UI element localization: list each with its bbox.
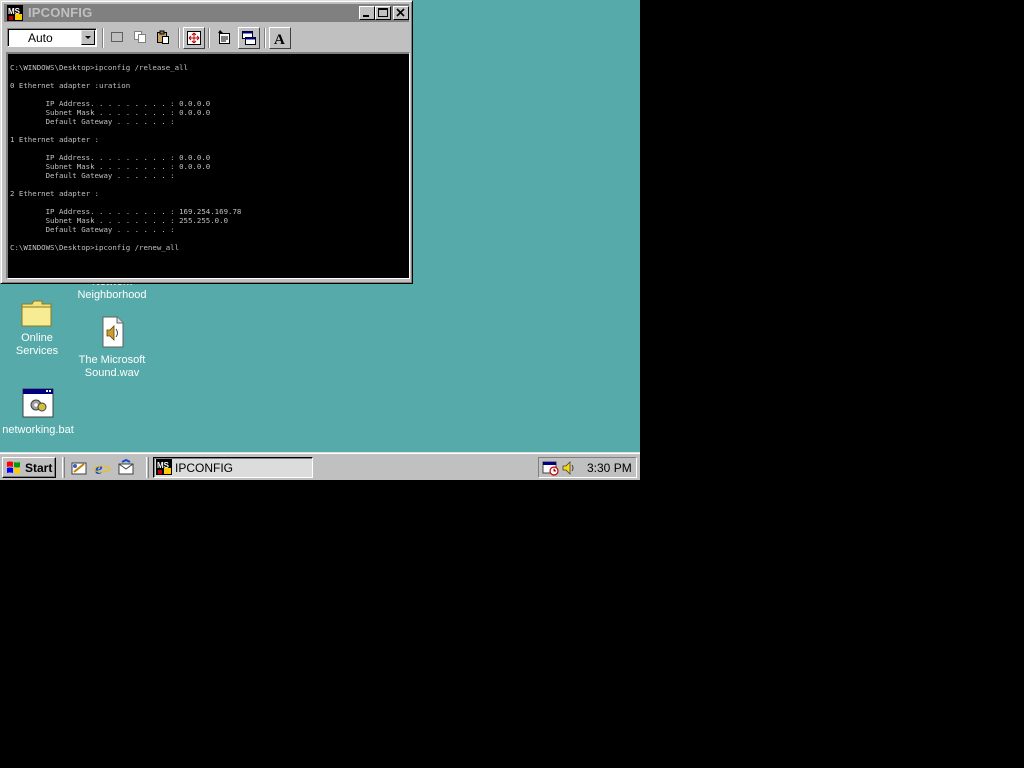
console-line: Subnet Mask . . . . . . . . : 0.0.0.0 — [45, 108, 211, 117]
desktop: Network Neighborhood Online Services The… — [0, 0, 640, 480]
mark-icon — [111, 32, 123, 42]
console-line: IP Address. . . . . . . . . : 169.254.16… — [45, 207, 242, 216]
properties-button[interactable] — [214, 27, 236, 49]
minimize-button[interactable] — [359, 6, 375, 20]
close-button[interactable] — [393, 6, 409, 20]
system-tray: 3:30 PM — [538, 457, 637, 478]
task-area-grip — [146, 457, 149, 478]
console-output[interactable]: C:\WINDOWS\Desktop>ipconfig /release_all… — [6, 52, 410, 279]
toolbar-separator — [208, 28, 210, 48]
toolbar-separator — [178, 28, 180, 48]
taskbar-item-ipconfig[interactable]: MS IPCONFIG — [153, 457, 313, 478]
paste-icon — [157, 30, 169, 44]
desktop-icon-networking-bat[interactable]: networking.bat — [0, 388, 76, 437]
console-line: Default Gateway . . . . . . : — [45, 117, 175, 126]
desktop-icon-online-services[interactable]: Online Services — [6, 298, 68, 358]
desktop-icon-microsoft-sound[interactable]: The Microsoft Sound.wav — [74, 316, 150, 380]
background-button[interactable] — [238, 27, 260, 49]
folder-icon — [21, 300, 52, 327]
console-line: 1 Ethernet adapter : — [10, 135, 99, 144]
microsoft-sound-label: The Microsoft Sound.wav — [78, 354, 146, 379]
console-line: C:\WINDOWS\Desktop>ipconfig /release_all — [10, 63, 188, 72]
font-size-select[interactable]: Auto — [7, 28, 97, 47]
console-line: IP Address. . . . . . . . . : 0.0.0.0 — [45, 153, 211, 162]
start-label: Start — [25, 461, 53, 475]
dropdown-arrow-button[interactable] — [81, 30, 95, 45]
fullscreen-icon — [187, 31, 201, 45]
maximize-button[interactable] — [375, 6, 391, 20]
mark-button[interactable] — [107, 27, 129, 49]
console-line: 2 Ethernet adapter : — [10, 189, 99, 198]
internet-explorer-icon[interactable]: e — [93, 459, 111, 477]
clock: 3:30 PM — [587, 461, 632, 475]
minimize-icon — [363, 15, 369, 17]
networking-bat-label: networking.bat — [2, 424, 74, 436]
console-line: Subnet Mask . . . . . . . . : 0.0.0.0 — [45, 162, 211, 171]
console-line: Default Gateway . . . . . . : — [45, 225, 175, 234]
taskbar-item-label: IPCONFIG — [175, 461, 234, 475]
close-icon — [396, 8, 405, 17]
console-text: C:\WINDOWS\Desktop>ipconfig /release_all… — [10, 63, 241, 252]
svg-text:e: e — [95, 459, 103, 477]
properties-icon — [218, 30, 230, 44]
font-size-value: Auto — [28, 31, 53, 45]
toolbar-separator — [102, 28, 104, 48]
font-button[interactable]: A — [269, 27, 291, 49]
outlook-express-icon[interactable] — [117, 459, 135, 477]
start-button[interactable]: Start — [2, 457, 56, 478]
window-title: IPCONFIG — [28, 5, 93, 20]
maximize-icon — [378, 8, 388, 17]
console-line: 0 Ethernet adapter :uration — [10, 81, 131, 90]
windows-logo-icon — [7, 461, 20, 474]
scheduler-icon[interactable] — [542, 460, 560, 476]
msdos-icon: MS — [7, 5, 23, 21]
ipconfig-window[interactable]: MS IPCONFIG Auto A C:\WINDOWS\Desktop>ip… — [0, 0, 413, 284]
title-bar[interactable]: MS IPCONFIG — [4, 4, 409, 22]
copy-icon — [134, 31, 146, 43]
msdos-icon: MS — [156, 459, 172, 475]
background-window-icon — [242, 31, 256, 45]
console-line: Default Gateway . . . . . . : — [45, 171, 175, 180]
taskbar: Start e MS IPCONFIG 3:30 PM — [0, 452, 640, 480]
sound-file-icon — [102, 316, 124, 348]
svg-text:A: A — [274, 32, 285, 46]
console-line: IP Address. . . . . . . . . : 0.0.0.0 — [45, 99, 211, 108]
batch-file-icon — [22, 388, 54, 418]
paste-button[interactable] — [153, 27, 175, 49]
console-line: Subnet Mask . . . . . . . . : 255.255.0.… — [45, 216, 229, 225]
toolbar: Auto A — [4, 25, 409, 51]
volume-icon[interactable] — [561, 460, 577, 476]
toolbar-separator — [264, 28, 266, 48]
font-icon: A — [274, 32, 285, 46]
show-desktop-icon[interactable] — [70, 459, 88, 477]
quick-launch-grip — [62, 457, 65, 478]
chevron-down-icon — [85, 36, 91, 39]
console-line: C:\WINDOWS\Desktop>ipconfig /renew_all — [10, 243, 180, 252]
online-services-label: Online Services — [15, 332, 59, 357]
copy-button[interactable] — [130, 27, 152, 49]
fullscreen-button[interactable] — [183, 27, 205, 49]
